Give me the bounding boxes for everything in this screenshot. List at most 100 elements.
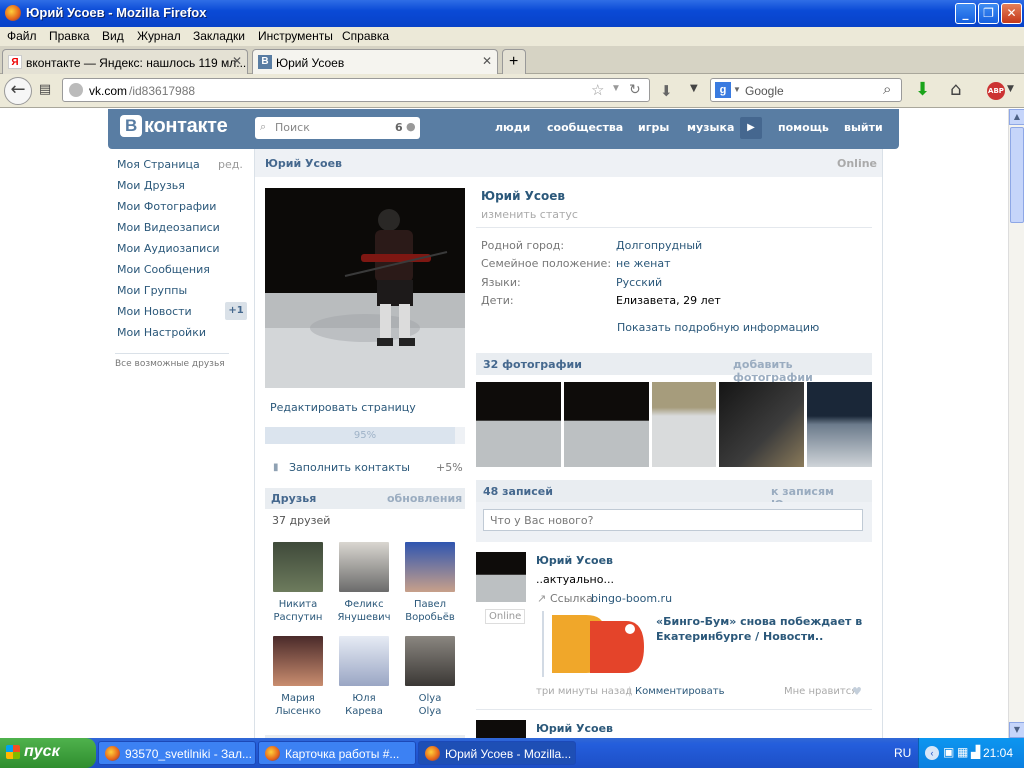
friend-card[interactable]: Мария Лысенко [265,636,331,718]
home-icon[interactable]: ⌂ [950,79,961,100]
signal-icon[interactable]: ▟ [971,745,980,759]
maximize-button[interactable]: ❐ [978,3,999,24]
friends-header[interactable]: Друзья обновления [265,488,465,509]
close-tab-icon[interactable]: ✕ [232,54,242,68]
photo-thumbnail[interactable] [807,382,872,467]
menu-my-photos[interactable]: Мои Фотографии [117,200,216,213]
menu-my-settings[interactable]: Мои Настройки [117,326,206,339]
new-tab-button[interactable]: + [502,49,526,74]
adblock-dropdown-icon[interactable]: ▼ [1007,84,1014,94]
post-author-avatar[interactable] [476,720,526,738]
url-bar[interactable]: vk.com /id83617988 ☆ ▼ ↻ [62,78,650,102]
friend-card[interactable]: Никита Распутин [265,542,331,624]
menu-history[interactable]: Журнал [137,29,181,43]
photos-header[interactable]: 32 фотографии добавить фотографии [476,353,872,384]
play-icon[interactable]: ▶ [740,117,762,139]
menu-my-page[interactable]: Моя Страница [117,158,200,171]
search-bar[interactable]: g ▼ Google ⌕ [710,78,902,102]
tab-vk-profile[interactable]: B Юрий Усоев ✕ [252,49,498,74]
vertical-scrollbar[interactable]: ▲ ▼ [1008,109,1024,738]
new-post-input[interactable]: Что у Вас нового? [483,509,863,531]
vk-logo[interactable]: Bконтакте [120,115,228,141]
nav-music[interactable]: музыка [687,121,734,134]
show-more-info-link[interactable]: Показать подробную информацию [617,321,819,334]
network-icon[interactable]: ▦ [957,745,968,759]
add-photos-link[interactable]: добавить фотографии [733,358,872,384]
dropdown-arrow-icon[interactable]: ▼ [611,83,621,94]
site-identity-icon[interactable] [69,83,83,97]
reload-icon[interactable]: ↻ [629,81,641,98]
wall-header[interactable]: 48 записей к записям Юрия [476,480,872,511]
nav-logout[interactable]: выйти [844,121,883,134]
post-author-name[interactable]: Юрий Усоев [536,722,613,735]
photo-thumbnail[interactable] [476,382,561,467]
post-time[interactable]: три минуты назад [536,686,632,697]
post-author-avatar[interactable] [476,552,526,602]
menu-tools[interactable]: Инструменты [258,29,333,43]
menu-file[interactable]: Файл [7,29,37,43]
close-button[interactable]: ✕ [1001,3,1022,24]
engine-dropdown-icon[interactable]: ▼ [733,85,741,94]
tray-app-icon[interactable]: ▣ [943,745,954,759]
menu-my-friends[interactable]: Мои Друзья [117,179,185,192]
close-tab-icon[interactable]: ✕ [482,54,492,68]
downloads-icon[interactable]: ⬇ [660,82,673,100]
menu-my-groups[interactable]: Мои Группы [117,284,187,297]
photo-thumbnail[interactable] [564,382,649,467]
bookmarks-sidebar-icon[interactable]: ▤ [36,83,54,99]
info-value-hometown[interactable]: Долгопрудный [616,239,702,252]
link-preview-title[interactable]: «Бинго-Бум» снова побеждает в Екатеринбу… [656,614,866,644]
comment-link[interactable]: Комментировать [635,686,725,697]
menu-help[interactable]: Справка [342,29,389,43]
language-indicator[interactable]: RU [894,746,911,760]
menu-my-messages[interactable]: Мои Сообщения [117,263,210,276]
profile-photo[interactable] [265,188,465,388]
photo-thumbnail[interactable] [652,382,716,467]
menu-my-news[interactable]: Мои Новости [117,305,192,318]
nav-communities[interactable]: сообщества [547,121,623,134]
menu-view[interactable]: Вид [102,29,124,43]
adblock-icon[interactable]: ABP [987,82,1005,100]
vk-search-input[interactable]: ⌕ Поиск 6 ● [255,117,420,139]
info-value-languages[interactable]: Русский [616,276,662,289]
scroll-up-icon[interactable]: ▲ [1009,109,1024,125]
friend-card[interactable]: Феликс Янушевич [331,542,397,624]
photo-thumbnail[interactable] [719,382,804,467]
menu-my-videos[interactable]: Мои Видеозаписи [117,221,220,234]
menu-edit[interactable]: Правка [49,29,90,43]
scrollbar-thumb[interactable] [1010,127,1024,223]
change-status-link[interactable]: изменить статус [481,208,578,221]
friends-updates-link[interactable]: обновления [387,492,462,505]
possible-friends-link[interactable]: Все возможные друзья [115,359,225,369]
minimize-button[interactable]: _ [955,3,976,24]
nav-help[interactable]: помощь [778,121,829,134]
menu-dropdown-icon[interactable]: ▼ [690,83,698,94]
taskbar-item-active[interactable]: Юрий Усоев - Mozilla... [418,741,576,765]
heart-icon[interactable]: ♥ [852,685,862,698]
tray-arrow-icon[interactable]: ‹ [925,746,939,760]
download-arrow-icon[interactable]: ⬇ [915,79,930,100]
taskbar-item[interactable]: 93570_svetilniki - Зал... [98,741,256,765]
menu-my-audio[interactable]: Мои Аудиозаписи [117,242,220,255]
post-author-name[interactable]: Юрий Усоев [536,554,613,567]
link-domain[interactable]: bingo-boom.ru [591,592,672,605]
back-button[interactable]: ← [4,77,32,105]
edit-link[interactable]: ред. [218,158,243,171]
nav-people[interactable]: люди [495,121,530,134]
friend-card[interactable]: Юля Карева [331,636,397,718]
taskbar-item[interactable]: Карточка работы #... [258,741,416,765]
bookmark-star-icon[interactable]: ☆ [591,81,604,99]
friend-card[interactable]: Павел Воробьёв [397,542,463,624]
menu-bookmarks[interactable]: Закладки [193,29,245,43]
google-icon[interactable]: g [715,82,731,98]
info-value-relationship[interactable]: не женат [616,257,670,270]
friend-card[interactable]: Olya Olya [397,636,463,718]
scroll-down-icon[interactable]: ▼ [1009,722,1024,738]
fill-contacts-link[interactable]: Заполнить контакты [289,461,410,474]
tab-yandex[interactable]: Я вконтакте — Яндекс: нашлось 119 мл... … [2,49,248,74]
link-preview-image[interactable] [546,611,646,677]
nav-games[interactable]: игры [638,121,669,134]
like-button[interactable]: Мне нравится [784,686,857,697]
start-button[interactable]: пуск [0,738,96,768]
edit-page-link[interactable]: Редактировать страницу [270,401,416,414]
